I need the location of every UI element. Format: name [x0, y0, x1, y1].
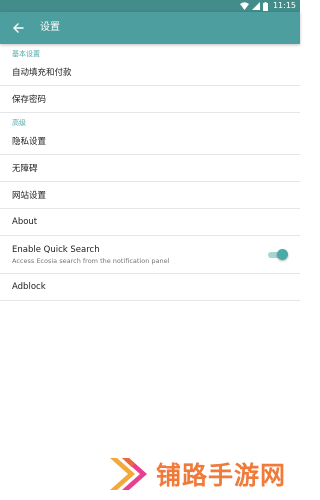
setting-label: 无障碍: [12, 164, 38, 174]
setting-save-passwords[interactable]: 保存密码: [0, 86, 300, 113]
setting-accessibility[interactable]: 无障碍: [0, 155, 300, 182]
battery-icon: [262, 1, 268, 11]
app-bar: 设置: [0, 12, 300, 44]
setting-adblock[interactable]: Adblock: [0, 274, 300, 301]
setting-quick-search[interactable]: Enable Quick Search Access Ecosia search…: [0, 236, 300, 274]
section-header-basic: 基本设置: [12, 50, 40, 58]
setting-label: Enable Quick Search: [12, 244, 100, 255]
back-button[interactable]: [6, 16, 30, 40]
setting-label: 隐私设置: [12, 137, 47, 147]
status-bar: 11:15: [0, 0, 300, 12]
setting-label: Adblock: [12, 282, 46, 292]
page-title: 设置: [40, 22, 60, 33]
setting-site-settings[interactable]: 网站设置: [0, 182, 300, 209]
setting-autofill-payments[interactable]: 自动填充和付款: [0, 59, 300, 86]
setting-label: 保存密码: [12, 95, 47, 105]
settings-list: 基本设置 自动填充和付款 保存密码 高级 隐私设置 无障碍 网站设置 About…: [0, 44, 300, 301]
setting-label: 自动填充和付款: [12, 68, 72, 78]
arrow-left-icon: [12, 19, 24, 38]
status-icons: 11:15: [239, 0, 296, 12]
setting-about[interactable]: About: [0, 209, 300, 236]
watermark-logo-icon: [108, 454, 150, 494]
watermark: 铺路手游网: [108, 452, 296, 496]
setting-label: About: [12, 217, 38, 227]
setting-label: 网站设置: [12, 191, 47, 201]
setting-sublabel: Access Ecosia search from the notificati…: [12, 256, 170, 265]
quick-search-toggle[interactable]: [268, 249, 288, 261]
section-header-advanced: 高级: [12, 119, 26, 127]
wifi-icon: [239, 2, 249, 10]
watermark-text: 铺路手游网: [156, 461, 287, 490]
status-time: 11:15: [272, 1, 296, 10]
setting-privacy[interactable]: 隐私设置: [0, 128, 300, 155]
signal-icon: [251, 2, 260, 10]
toggle-thumb: [277, 249, 288, 260]
